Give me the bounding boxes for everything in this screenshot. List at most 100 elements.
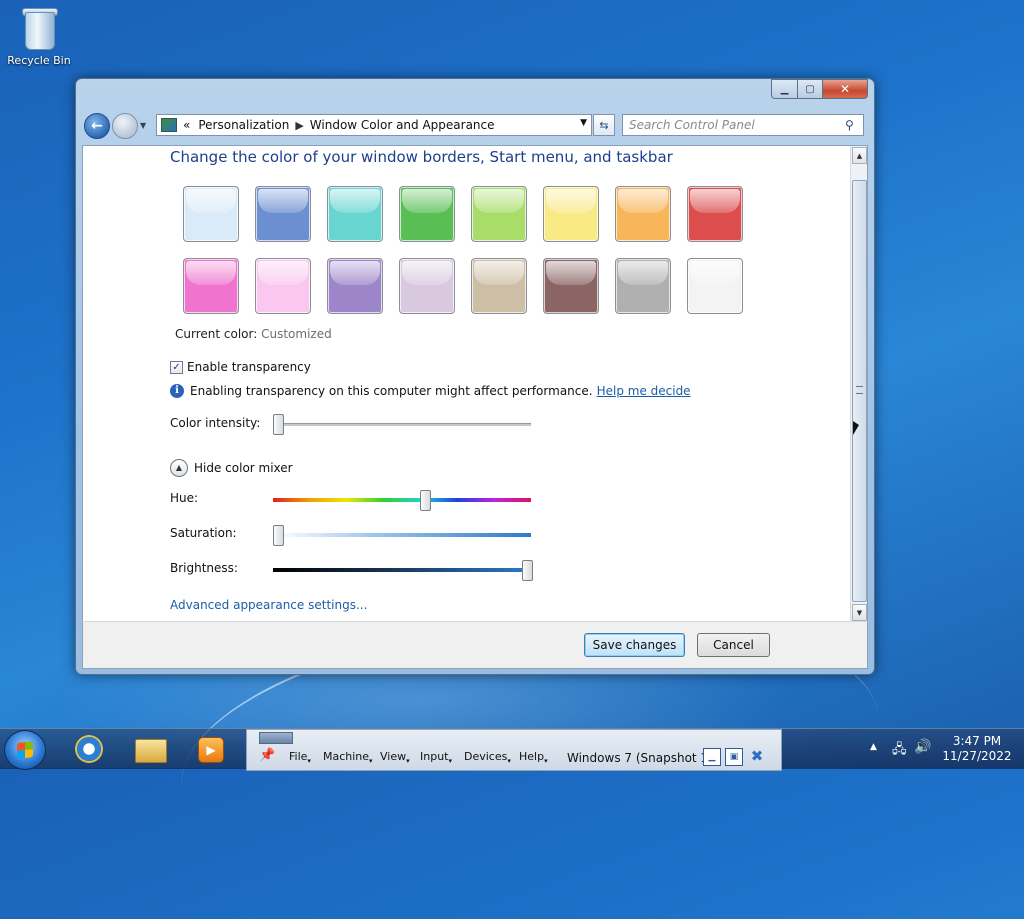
brightness-thumb[interactable] (522, 560, 533, 581)
close-button[interactable]: ✕ (823, 79, 868, 99)
control-panel-icon (161, 118, 177, 132)
back-arrow-icon: ← (91, 118, 103, 134)
breadcrumb-personalization[interactable]: Personalization (198, 118, 289, 132)
recycle-bin-shortcut[interactable]: Recycle Bin (6, 6, 72, 67)
cancel-button[interactable]: Cancel (697, 633, 770, 657)
clock-time: 3:47 PM (952, 734, 1002, 748)
swatch-twilight[interactable] (255, 186, 311, 242)
help-me-decide-link[interactable]: Help me decide (597, 384, 691, 398)
vbox-menu-devices[interactable]: Devices▾ (464, 750, 511, 765)
vbox-minimize-icon[interactable]: ▁ (703, 748, 721, 766)
hue-track[interactable] (273, 498, 531, 502)
maximize-button[interactable]: ▢ (798, 79, 823, 99)
taskbar-internet-explorer[interactable] (62, 731, 118, 767)
transparency-info: i Enabling transparency on this computer… (170, 384, 691, 398)
current-color-value: Customized (261, 327, 332, 341)
swatch-pumpkin[interactable] (615, 186, 671, 242)
dialog-footer: Save changes Cancel (82, 621, 868, 669)
recycle-bin-icon (22, 6, 58, 50)
refresh-icon: ⇆ (599, 118, 609, 132)
brightness-label: Brightness: (170, 561, 238, 575)
hue-thumb[interactable] (419, 490, 431, 511)
scroll-down-icon[interactable]: ▼ (852, 604, 867, 621)
hide-color-mixer-label: Hide color mixer (194, 461, 293, 475)
search-icon[interactable]: ⚲ (845, 118, 859, 132)
scroll-up-icon[interactable]: ▲ (852, 147, 867, 164)
close-icon: ✕ (839, 82, 851, 96)
clock-date: 11/27/2022 (942, 749, 1012, 763)
address-dropdown-icon[interactable]: ▼ (580, 118, 587, 128)
swatch-slate[interactable] (615, 258, 671, 314)
minimize-icon: ▁ (780, 83, 789, 95)
current-color: Current color: Customized (175, 327, 332, 341)
vbox-menu-help[interactable]: Help▾ (519, 750, 548, 765)
swatch-taupe[interactable] (471, 258, 527, 314)
swatch-ruby[interactable] (687, 186, 743, 242)
media-player-icon: ▶ (198, 737, 224, 763)
saturation-thumb[interactable] (273, 525, 284, 546)
color-intensity-thumb[interactable] (273, 414, 284, 435)
swatch-frost[interactable] (687, 258, 743, 314)
page-title: Change the color of your window borders,… (170, 148, 673, 166)
recent-pages-dropdown[interactable]: ▼ (140, 121, 146, 130)
vbox-restore-icon[interactable]: ▣ (725, 748, 743, 766)
show-hidden-icons-icon[interactable]: ▲ (870, 742, 877, 752)
current-color-label: Current color: (175, 327, 258, 341)
brightness-track[interactable] (273, 568, 531, 572)
breadcrumb-separator-icon[interactable]: ▶ (295, 119, 303, 132)
chevron-up-icon[interactable]: ▲ (170, 459, 188, 477)
vbox-close-icon[interactable]: ✖ (749, 748, 765, 764)
swatch-lime[interactable] (471, 186, 527, 242)
volume-icon[interactable]: 🔊 (914, 739, 931, 755)
address-bar[interactable]: « Personalization ▶ Window Color and App… (156, 114, 592, 136)
system-tray: ▲ 🖧 🔊 3:47 PM 11/27/2022 (866, 729, 1024, 769)
vbox-menu-machine[interactable]: Machine▾ (323, 750, 373, 765)
swatch-lavender[interactable] (399, 258, 455, 314)
back-button[interactable]: ← (84, 113, 110, 139)
mouse-pointer-icon (853, 421, 859, 435)
control-panel-taskbar-thumbnail[interactable] (259, 732, 293, 744)
saturation-track[interactable] (273, 533, 531, 537)
swatch-fuchsia[interactable] (183, 258, 239, 314)
enable-transparency-checkbox[interactable]: ✓ Enable transparency (170, 360, 311, 374)
hide-color-mixer-toggle[interactable]: ▲ Hide color mixer (170, 459, 293, 477)
taskbar-windows-explorer[interactable] (122, 731, 178, 767)
save-changes-button[interactable]: Save changes (584, 633, 685, 657)
search-input[interactable]: Search Control Panel (629, 118, 845, 132)
color-intensity-track[interactable] (273, 423, 531, 426)
refresh-button[interactable]: ⇆ (593, 114, 615, 136)
breadcrumb-overflow[interactable]: « (183, 118, 190, 132)
breadcrumb-window-color[interactable]: Window Color and Appearance (310, 118, 495, 132)
start-button[interactable] (4, 730, 46, 770)
minimize-button[interactable]: ▁ (771, 79, 798, 99)
taskbar: ▶ 📌 File▾ Machine▾ View▾ Input▾ Devices▾… (0, 728, 1024, 771)
info-icon: i (170, 384, 184, 398)
advanced-appearance-link[interactable]: Advanced appearance settings... (170, 598, 367, 612)
content-area: Change the color of your window borders,… (82, 145, 868, 623)
swatch-lemon[interactable] (543, 186, 599, 242)
network-icon[interactable]: 🖧 (892, 740, 907, 762)
swatch-blush[interactable] (255, 258, 311, 314)
search-box[interactable]: Search Control Panel ⚲ (622, 114, 864, 136)
vertical-scrollbar[interactable]: ▲ ▼ (850, 146, 867, 622)
internet-explorer-icon (75, 735, 103, 763)
swatch-sea[interactable] (327, 186, 383, 242)
swatch-chocolate[interactable] (543, 258, 599, 314)
window-color-dialog: ▁ ▢ ✕ ← ▼ « Personalization ▶ Window Col… (75, 78, 875, 675)
swatch-sky[interactable] (183, 186, 239, 242)
vbox-machine-title: Windows 7 (Snapshot 1) (567, 751, 713, 765)
vbox-menu-input[interactable]: Input▾ (420, 750, 452, 765)
swatch-violet[interactable] (327, 258, 383, 314)
navigation-bar: ← ▼ « Personalization ▶ Window Color and… (82, 111, 866, 139)
vbox-menu-view[interactable]: View▾ (380, 750, 410, 765)
scrollbar-thumb[interactable] (852, 180, 867, 602)
vbox-menu-file[interactable]: File▾ (289, 750, 311, 765)
forward-button[interactable] (112, 113, 138, 139)
windows-logo-icon (17, 741, 33, 759)
swatch-leaf[interactable] (399, 186, 455, 242)
taskbar-media-player[interactable]: ▶ (182, 731, 238, 767)
pin-icon[interactable]: 📌 (259, 748, 275, 763)
clock[interactable]: 3:47 PM 11/27/2022 (936, 734, 1018, 764)
checkbox-checked-icon[interactable]: ✓ (170, 360, 183, 374)
scroll-grip-icon (856, 386, 863, 394)
